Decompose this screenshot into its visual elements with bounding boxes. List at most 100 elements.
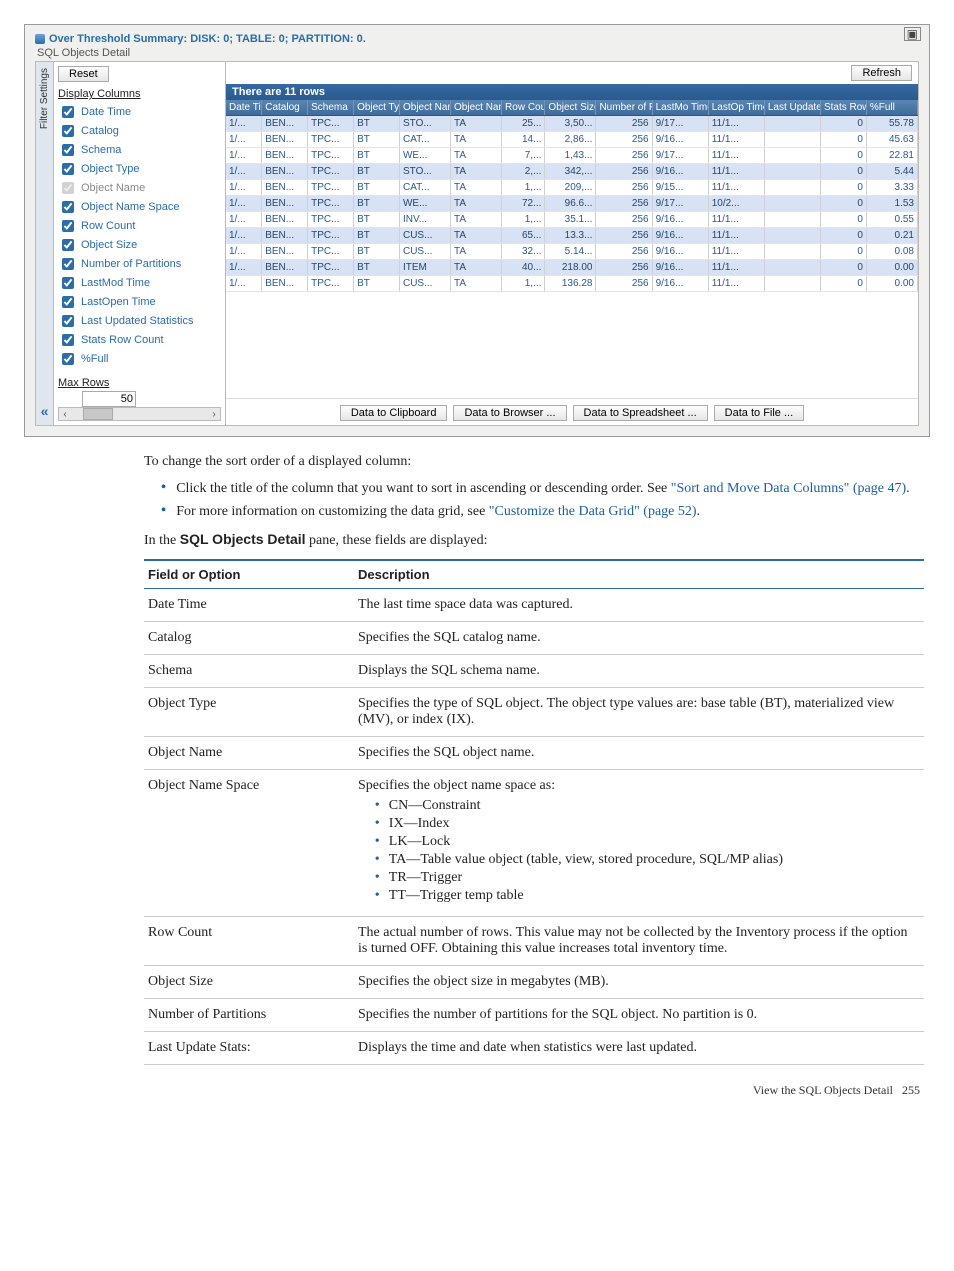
column-header[interactable]: Object Name	[399, 100, 450, 116]
table-cell: 256	[596, 164, 652, 180]
column-check: Date Time	[58, 103, 221, 121]
table-cell: 1/...	[226, 132, 262, 148]
refresh-button[interactable]: Refresh	[851, 65, 912, 81]
scroll-left-icon[interactable]: ‹	[59, 409, 71, 420]
table-cell: 22.81	[866, 148, 917, 164]
column-header[interactable]: Object Name Space	[451, 100, 502, 116]
table-row[interactable]: 1/...BEN...TPC...BTWE...TA7,...1,43...25…	[226, 148, 918, 164]
bullet-1-text: Click the title of the column that you w…	[176, 481, 671, 496]
table-cell: TPC...	[308, 260, 354, 276]
table-cell: 5.44	[866, 164, 917, 180]
filter-settings-tab[interactable]: Filter Settings	[38, 62, 51, 135]
table-cell: 13.3...	[545, 228, 596, 244]
column-checkbox[interactable]	[62, 296, 74, 308]
column-header[interactable]: LastOp Time	[708, 100, 764, 116]
table-cell: TA	[451, 212, 502, 228]
column-check: Number of Partitions	[58, 255, 221, 273]
column-header[interactable]: %Full	[866, 100, 917, 116]
table-row[interactable]: 1/...BEN...TPC...BTWE...TA72...96.6...25…	[226, 196, 918, 212]
namespace-item: CN—Constraint	[375, 798, 920, 814]
column-header[interactable]: Object Size	[545, 100, 596, 116]
column-header[interactable]: Catalog	[262, 100, 308, 116]
table-row[interactable]: 1/...BEN...TPC...BTCAT...TA1,...209,...2…	[226, 180, 918, 196]
column-checkbox[interactable]	[62, 201, 74, 213]
scroll-thumb[interactable]	[83, 408, 113, 420]
table-row[interactable]: 1/...BEN...TPC...BTCUS...TA32...5.14...2…	[226, 244, 918, 260]
scroll-right-icon[interactable]: ›	[208, 409, 220, 420]
column-checkbox[interactable]	[62, 239, 74, 251]
table-row[interactable]: 1/...BEN...TPC...BTSTO...TA2,...342,...2…	[226, 164, 918, 180]
table-cell: 1/...	[226, 276, 262, 292]
table-cell: 218.00	[545, 260, 596, 276]
table-row[interactable]: 1/...BEN...TPC...BTINV...TA1,...35.1...2…	[226, 212, 918, 228]
table-cell: 136.28	[545, 276, 596, 292]
table-cell: BEN...	[262, 196, 308, 212]
table-cell: BT	[354, 276, 400, 292]
column-checkbox[interactable]	[62, 315, 74, 327]
column-checkbox[interactable]	[62, 258, 74, 270]
grid-empty-area	[226, 292, 918, 398]
column-header[interactable]: Number of Partition	[596, 100, 652, 116]
scroll-track[interactable]	[73, 408, 206, 420]
window-title: Over Threshold Summary: DISK: 0; TABLE: …	[35, 33, 919, 45]
column-checkbox[interactable]	[62, 163, 74, 175]
table-cell: 256	[596, 196, 652, 212]
column-header[interactable]: Date Time	[226, 100, 262, 116]
column-checkbox[interactable]	[62, 125, 74, 137]
grid-header-row[interactable]: Date TimeCatalogSchemaObject TypeObject …	[226, 100, 918, 116]
column-checkbox[interactable]	[62, 353, 74, 365]
column-header[interactable]: Last Update Statistic	[764, 100, 820, 116]
column-header[interactable]: Object Type	[354, 100, 400, 116]
table-row[interactable]: 1/...BEN...TPC...BTCAT...TA14...2,86...2…	[226, 132, 918, 148]
column-check-label: Stats Row Count	[81, 334, 164, 346]
table-cell: 7,...	[502, 148, 545, 164]
description-table: Field or Option Description Date TimeThe…	[144, 559, 924, 1065]
table-row[interactable]: 1/...BEN...TPC...BTSTO...TA25...3,50...2…	[226, 116, 918, 132]
link-sort-move[interactable]: "Sort and Move Data Columns" (page 47)	[671, 481, 906, 496]
table-row[interactable]: 1/...BEN...TPC...BTCUS...TA1,...136.2825…	[226, 276, 918, 292]
column-header[interactable]: Row Count	[502, 100, 545, 116]
table-cell: WE...	[399, 148, 450, 164]
table-cell: 0	[820, 116, 866, 132]
table-cell: TPC...	[308, 180, 354, 196]
fieldset-label: SQL Objects Detail	[37, 47, 130, 59]
table-cell: 0.55	[866, 212, 917, 228]
table-cell: BEN...	[262, 116, 308, 132]
export-button[interactable]: Data to Spreadsheet ...	[573, 405, 708, 421]
field-name: Row Count	[144, 916, 354, 965]
field-desc: The last time space data was captured.	[354, 588, 924, 621]
export-button[interactable]: Data to File ...	[714, 405, 804, 421]
field-desc-lead: Specifies the object name space as:	[358, 778, 555, 793]
column-check: Schema	[58, 141, 221, 159]
export-button[interactable]: Data to Clipboard	[340, 405, 448, 421]
column-header[interactable]: Schema	[308, 100, 354, 116]
table-cell: 9/16...	[652, 164, 708, 180]
table-cell: BEN...	[262, 212, 308, 228]
reset-button[interactable]: Reset	[58, 66, 109, 82]
max-rows-input[interactable]	[82, 391, 136, 407]
th-desc: Description	[354, 560, 924, 589]
table-cell: 0	[820, 260, 866, 276]
collapse-icon[interactable]: «	[41, 403, 49, 425]
column-checkbox[interactable]	[62, 106, 74, 118]
field-name: Schema	[144, 654, 354, 687]
table-cell: 9/17...	[652, 148, 708, 164]
table-cell: TA	[451, 180, 502, 196]
table-cell: 0	[820, 196, 866, 212]
column-check-label: Catalog	[81, 125, 119, 137]
sidebar-scrollbar[interactable]: ‹ ›	[58, 407, 221, 421]
column-header[interactable]: Stats Row Count	[820, 100, 866, 116]
table-row[interactable]: 1/...BEN...TPC...BTITEMTA40...218.002569…	[226, 260, 918, 276]
column-header[interactable]: LastMo Time	[652, 100, 708, 116]
column-checkbox[interactable]	[62, 144, 74, 156]
column-checkbox[interactable]	[62, 334, 74, 346]
table-cell	[764, 132, 820, 148]
export-button[interactable]: Data to Browser ...	[453, 405, 566, 421]
table-row[interactable]: 1/...BEN...TPC...BTCUS...TA65...13.3...2…	[226, 228, 918, 244]
link-customize-grid[interactable]: "Customize the Data Grid" (page 52)	[489, 504, 697, 519]
table-cell: 25...	[502, 116, 545, 132]
field-desc: Specifies the object size in megabytes (…	[354, 965, 924, 998]
column-checkbox[interactable]	[62, 277, 74, 289]
table-cell: STO...	[399, 116, 450, 132]
column-checkbox[interactable]	[62, 220, 74, 232]
